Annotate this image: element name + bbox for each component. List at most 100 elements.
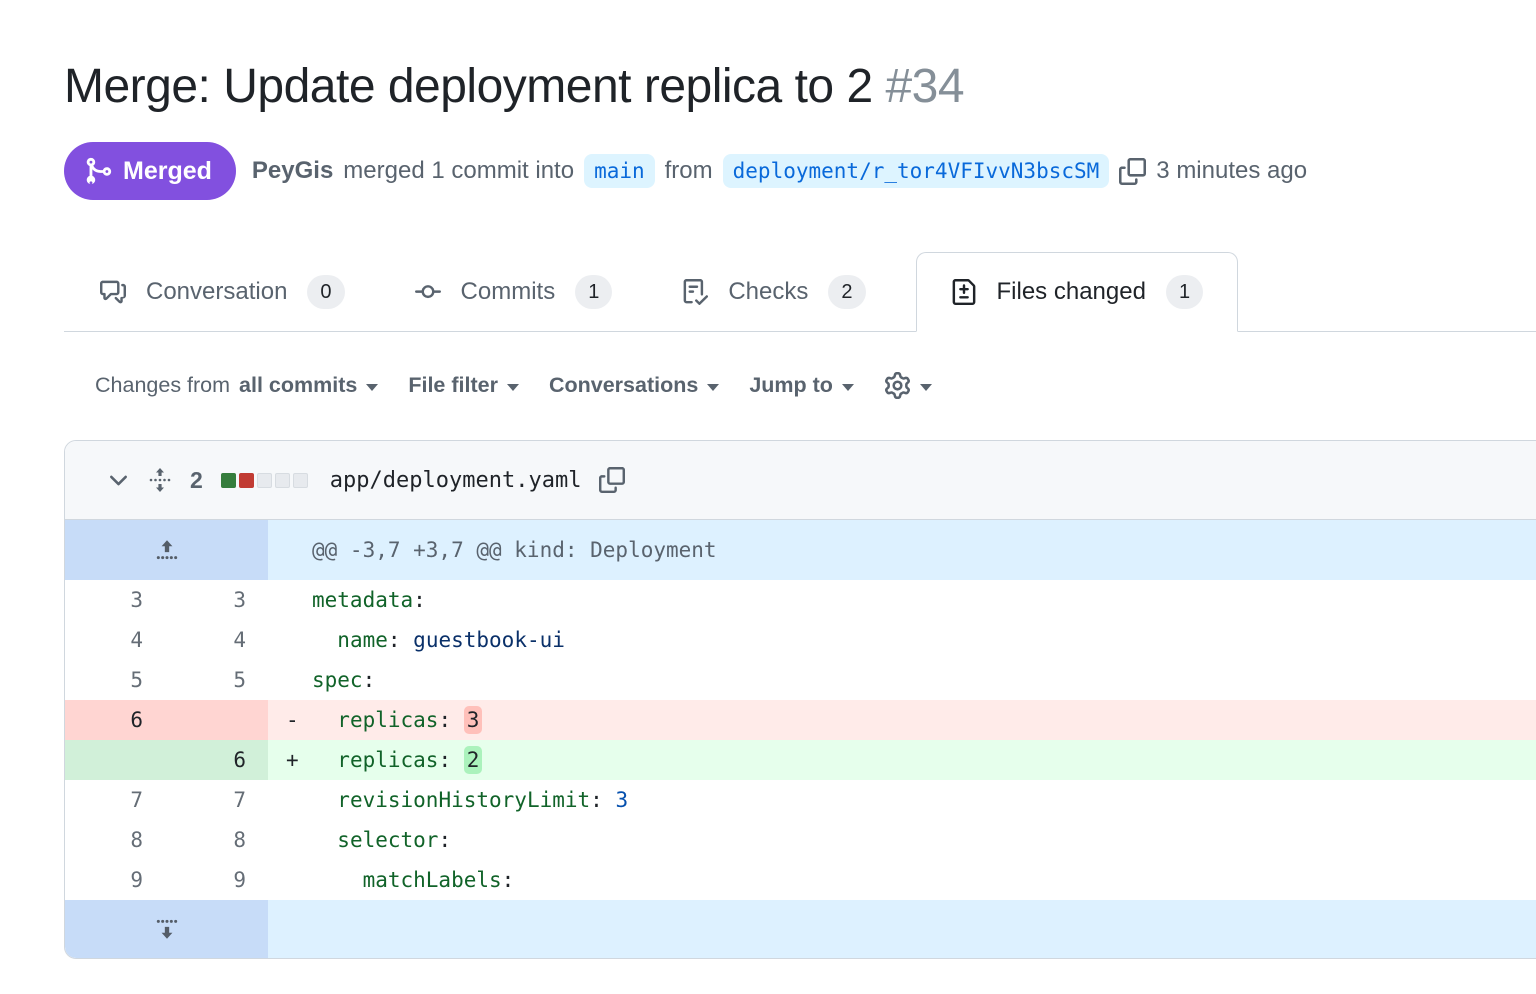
diff-line-ctx: 99 matchLabels: — [65, 860, 1536, 900]
chevron-down-icon — [707, 384, 719, 391]
expand-hunk-down-button[interactable] — [65, 900, 268, 958]
file-name-link[interactable]: app/deployment.yaml — [330, 468, 582, 493]
tab-files-changed[interactable]: Files changed 1 — [916, 252, 1239, 332]
from-text: from — [665, 157, 713, 185]
code-line: matchLabels: — [268, 860, 1536, 900]
status-row: Merged PeyGis merged 1 commit into main … — [64, 142, 1536, 200]
diff-line-add: 6+ replicas: 2 — [65, 740, 1536, 780]
tab-checks[interactable]: Checks 2 — [662, 252, 885, 331]
code-line: name: guestbook-ui — [268, 620, 1536, 660]
checklist-icon — [682, 279, 708, 305]
expand-all-hunks-button[interactable] — [148, 466, 172, 494]
file-diff-icon — [951, 279, 977, 305]
diffstat-square-neutral — [257, 473, 272, 488]
expand-hunk-up-button[interactable] — [65, 520, 268, 580]
diffstat-squares — [221, 473, 308, 488]
code-line: revisionHistoryLimit: 3 — [268, 780, 1536, 820]
tab-label: Checks — [728, 278, 808, 306]
code-text: replicas: 2 — [312, 740, 482, 780]
code-line: spec: — [268, 660, 1536, 700]
changes-from-label: Changes from — [95, 373, 230, 398]
tab-label: Commits — [461, 278, 556, 306]
jump-to-dropdown[interactable]: Jump to — [749, 373, 854, 398]
copy-icon — [599, 467, 625, 493]
author-link[interactable]: PeyGis — [252, 157, 333, 185]
old-line-number[interactable]: 6 — [65, 700, 165, 740]
diff-lines: 33metadata:44 name: guestbook-ui55spec:6… — [65, 580, 1536, 900]
chevron-down-icon — [920, 384, 932, 391]
changes-from-value: all commits — [239, 373, 357, 398]
new-line-number[interactable]: 5 — [165, 660, 268, 700]
copy-branch-button[interactable] — [1119, 158, 1146, 185]
diff-line-ctx: 77 revisionHistoryLimit: 3 — [65, 780, 1536, 820]
diffstat-square-neutral — [293, 473, 308, 488]
code-text: selector: — [312, 820, 451, 860]
new-line-number[interactable]: 3 — [165, 580, 268, 620]
new-line-number[interactable]: 8 — [165, 820, 268, 860]
code-line: metadata: — [268, 580, 1536, 620]
pr-title: Merge: Update deployment replica to 2 #3… — [64, 56, 1472, 118]
code-text: revisionHistoryLimit: 3 — [312, 780, 628, 820]
diffstat-square-add — [221, 473, 236, 488]
merged-badge: Merged — [64, 142, 236, 200]
file-filter-dropdown[interactable]: File filter — [408, 373, 519, 398]
expand-down-icon — [154, 916, 180, 942]
conversations-dropdown[interactable]: Conversations — [549, 373, 719, 398]
expand-up-icon — [154, 537, 180, 563]
pr-tabs: Conversation 0 Commits 1 Checks 2 Files … — [64, 252, 1536, 332]
merge-action-text: merged 1 commit into — [343, 157, 574, 185]
new-line-number[interactable]: 6 — [165, 740, 268, 780]
git-commit-icon — [415, 279, 441, 305]
chevron-down-icon — [842, 384, 854, 391]
diff-settings-dropdown[interactable] — [884, 372, 932, 399]
diff-sign — [286, 820, 312, 860]
tab-counter: 1 — [575, 275, 612, 309]
hunk-header-row: @@ -3,7 +3,7 @@ kind: Deployment — [65, 520, 1536, 580]
diff-line-ctx: 88 selector: — [65, 820, 1536, 860]
old-line-number[interactable]: 7 — [65, 780, 165, 820]
diff-line-ctx: 33 metadata: — [65, 580, 1536, 620]
code-text: spec: — [312, 660, 375, 700]
tab-commits[interactable]: Commits 1 — [395, 252, 633, 331]
tab-label: Files changed — [997, 278, 1146, 306]
code-line: selector: — [268, 820, 1536, 860]
new-line-number[interactable]: 7 — [165, 780, 268, 820]
old-line-number[interactable]: 4 — [65, 620, 165, 660]
code-text: metadata: — [312, 580, 426, 620]
code-text: matchLabels: — [312, 860, 514, 900]
pr-title-text: Merge: Update deployment replica to 2 — [64, 60, 873, 113]
base-branch-pill[interactable]: main — [584, 154, 655, 188]
old-line-number[interactable]: 3 — [65, 580, 165, 620]
diff-sign — [286, 580, 312, 620]
old-line-number[interactable]: 5 — [65, 660, 165, 700]
diff-sign — [286, 860, 312, 900]
new-line-number[interactable]: 9 — [165, 860, 268, 900]
old-line-number[interactable]: 8 — [65, 820, 165, 860]
old-line-number[interactable] — [65, 740, 165, 780]
merged-time: 3 minutes ago — [1156, 157, 1307, 185]
tab-label: Conversation — [146, 278, 287, 306]
chevron-down-icon — [366, 384, 378, 391]
expand-bottom-row — [65, 900, 1536, 958]
new-line-number[interactable] — [165, 700, 268, 740]
diff-sign — [286, 660, 312, 700]
changes-from-dropdown[interactable]: Changes from all commits — [95, 373, 378, 398]
tab-counter: 2 — [828, 275, 865, 309]
code-text: name: guestbook-ui — [312, 620, 565, 660]
new-line-number[interactable]: 4 — [165, 620, 268, 660]
hunk-header-text: @@ -3,7 +3,7 @@ kind: Deployment — [268, 520, 1536, 580]
merge-meta: PeyGis merged 1 commit into main from de… — [252, 154, 1307, 188]
diff-toolbar: Changes from all commits File filter Con… — [64, 372, 1536, 399]
expand-row-fill — [268, 900, 1536, 958]
file-header: 2 app/deployment.yaml — [65, 441, 1536, 520]
collapse-file-button[interactable] — [107, 469, 130, 492]
copy-file-path-button[interactable] — [599, 467, 625, 493]
gear-icon — [884, 372, 911, 399]
head-branch-pill[interactable]: deployment/r_tor4VFIvvN3bscSM — [723, 154, 1110, 188]
diff-line-ctx: 44 name: guestbook-ui — [65, 620, 1536, 660]
file-filter-label: File filter — [408, 373, 498, 398]
old-line-number[interactable]: 9 — [65, 860, 165, 900]
code-line: - replicas: 3 — [268, 700, 1536, 740]
tab-conversation[interactable]: Conversation 0 — [80, 252, 365, 331]
copy-icon — [1119, 158, 1146, 185]
